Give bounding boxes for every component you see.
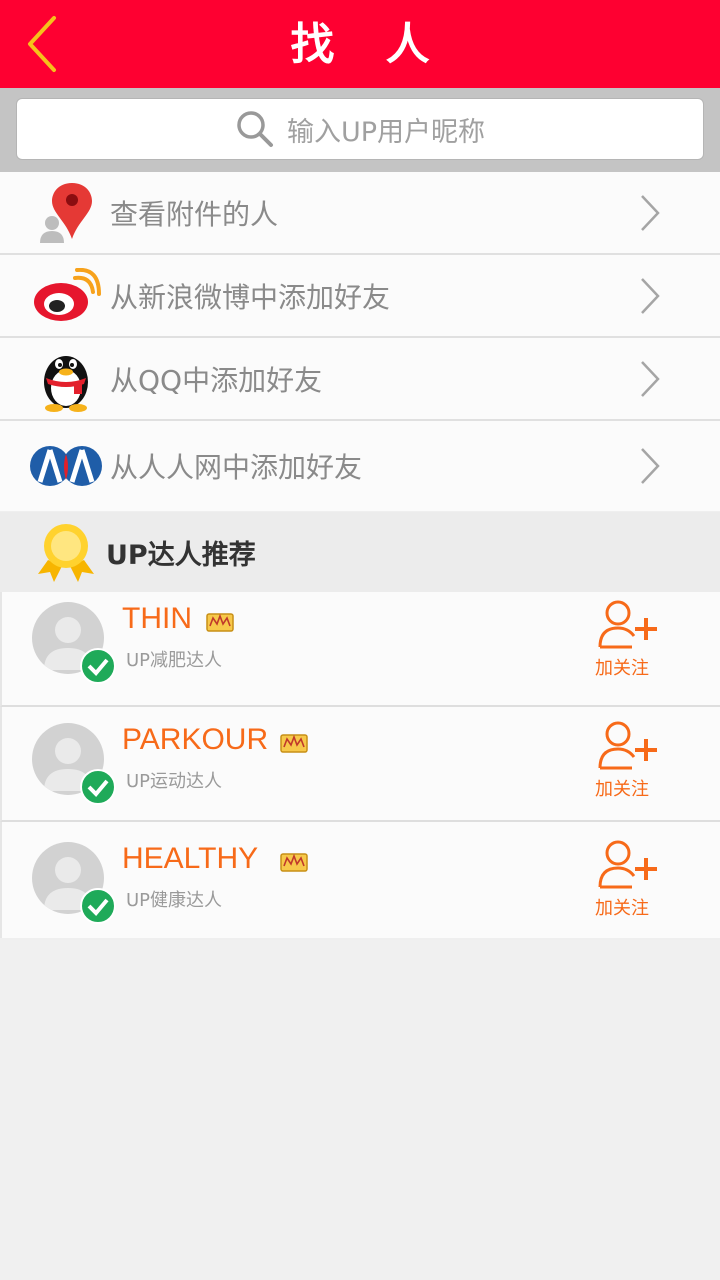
crown-icon [206, 613, 234, 632]
recommended-people-list: THIN UP减肥达人 加关注 PARKOUR UP运动达人 加关注 HEALT… [0, 592, 720, 938]
person-name: PARKOUR [122, 723, 269, 756]
page-title: 找 人 [290, 19, 448, 70]
verified-check-icon [80, 769, 116, 805]
follow-label: 加关注 [595, 779, 649, 800]
recommend-title: UP达人推荐 [106, 539, 256, 571]
menu-item-weibo[interactable]: 从新浪微博中添加好友 [0, 255, 720, 338]
follow-label: 加关注 [595, 898, 649, 919]
list-item[interactable]: HEALTHY UP健康达人 加关注 [0, 822, 720, 938]
follow-label: 加关注 [595, 658, 649, 679]
add-user-icon [598, 600, 657, 649]
person-tag: UP减肥达人 [126, 650, 223, 671]
list-item[interactable]: THIN UP减肥达人 加关注 [0, 592, 720, 707]
menu-item-renren[interactable]: 从人人网中添加好友 [0, 421, 720, 511]
search-placeholder: 输入UP用户昵称 [286, 116, 486, 148]
renren-icon [30, 430, 102, 502]
qq-penguin-icon [30, 343, 102, 415]
add-friends-menu: 查看附件的人 从新浪微博中添加好友 从QQ中添加好友 从人人网中添加好友 [0, 172, 720, 511]
search-icon [237, 111, 273, 147]
menu-item-label: 从QQ中添加好友 [110, 363, 323, 397]
menu-item-label: 从人人网中添加好友 [110, 451, 363, 484]
add-user-icon [598, 721, 657, 770]
weibo-icon [30, 260, 102, 332]
top-bar: 找 人 [0, 0, 720, 88]
chevron-right-icon [641, 194, 660, 231]
recommend-header: UP达人推荐 [0, 512, 720, 592]
menu-item-qq[interactable]: 从QQ中添加好友 [0, 338, 720, 421]
menu-item-label: 从新浪微博中添加好友 [110, 280, 391, 314]
verified-check-icon [80, 888, 116, 924]
menu-item-label: 查看附件的人 [110, 197, 279, 231]
add-user-icon [598, 840, 657, 889]
follow-button[interactable]: 加关注 [590, 721, 660, 801]
location-pin-icon [30, 177, 102, 249]
empty-background [0, 940, 720, 1280]
person-name: THIN [122, 602, 192, 635]
menu-item-nearby[interactable]: 查看附件的人 [0, 172, 720, 255]
search-input[interactable]: 输入UP用户昵称 [16, 98, 704, 160]
crown-icon [280, 734, 308, 753]
crown-icon [280, 853, 308, 872]
chevron-right-icon [641, 277, 660, 314]
chevron-right-icon [641, 448, 660, 484]
medal-icon [38, 524, 94, 582]
person-tag: UP健康达人 [126, 890, 223, 911]
follow-button[interactable]: 加关注 [590, 840, 660, 920]
chevron-right-icon [641, 360, 660, 397]
person-name: HEALTHY [122, 842, 259, 875]
list-item[interactable]: PARKOUR UP运动达人 加关注 [0, 707, 720, 822]
person-tag: UP运动达人 [126, 771, 223, 792]
verified-check-icon [80, 648, 116, 684]
search-bar: 输入UP用户昵称 [0, 88, 720, 172]
follow-button[interactable]: 加关注 [590, 600, 660, 680]
